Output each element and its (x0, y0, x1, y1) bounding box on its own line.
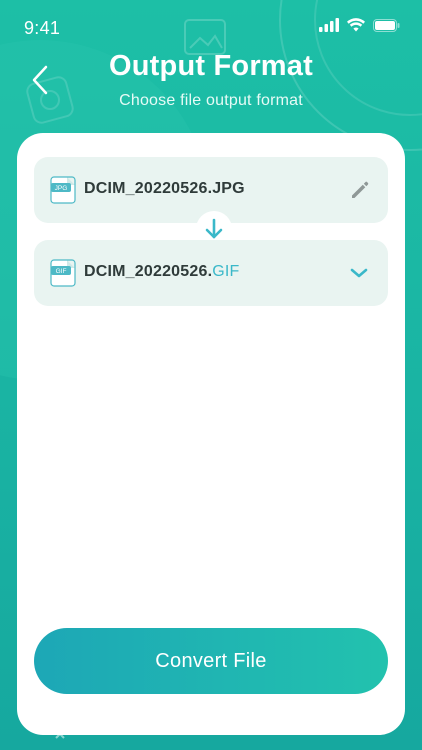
output-file-name: DCIM_20220526.GIF (84, 263, 239, 281)
jpg-badge-label: JPG (55, 185, 68, 192)
cellular-signal-icon (319, 18, 339, 32)
status-bar: 9:41 (0, 0, 422, 52)
wifi-icon (347, 18, 365, 32)
gif-file-icon: GIF (50, 259, 76, 287)
status-time: 9:41 (24, 18, 61, 38)
output-file-base-name: DCIM_20220526. (84, 263, 213, 280)
page-subtitle: Choose file output format (119, 92, 303, 109)
format-card: JPG DCIM_20220526.JPG GIF DCIM_20220526.… (17, 133, 405, 735)
output-format-selector[interactable]: GIF DCIM_20220526.GIF (34, 240, 388, 306)
chevron-down-icon[interactable] (348, 263, 370, 283)
output-file-extension: GIF (212, 263, 240, 280)
source-file-name: DCIM_20220526.JPG (84, 180, 245, 197)
page-title: Output Format (109, 50, 313, 82)
convert-file-button[interactable]: Convert File (34, 628, 388, 694)
arrow-down-icon (205, 218, 223, 239)
battery-icon (373, 18, 400, 32)
jpg-file-icon: JPG (50, 176, 76, 204)
pencil-edit-icon[interactable] (348, 178, 372, 202)
status-icons (319, 18, 400, 32)
gif-badge-label: GIF (56, 268, 67, 275)
